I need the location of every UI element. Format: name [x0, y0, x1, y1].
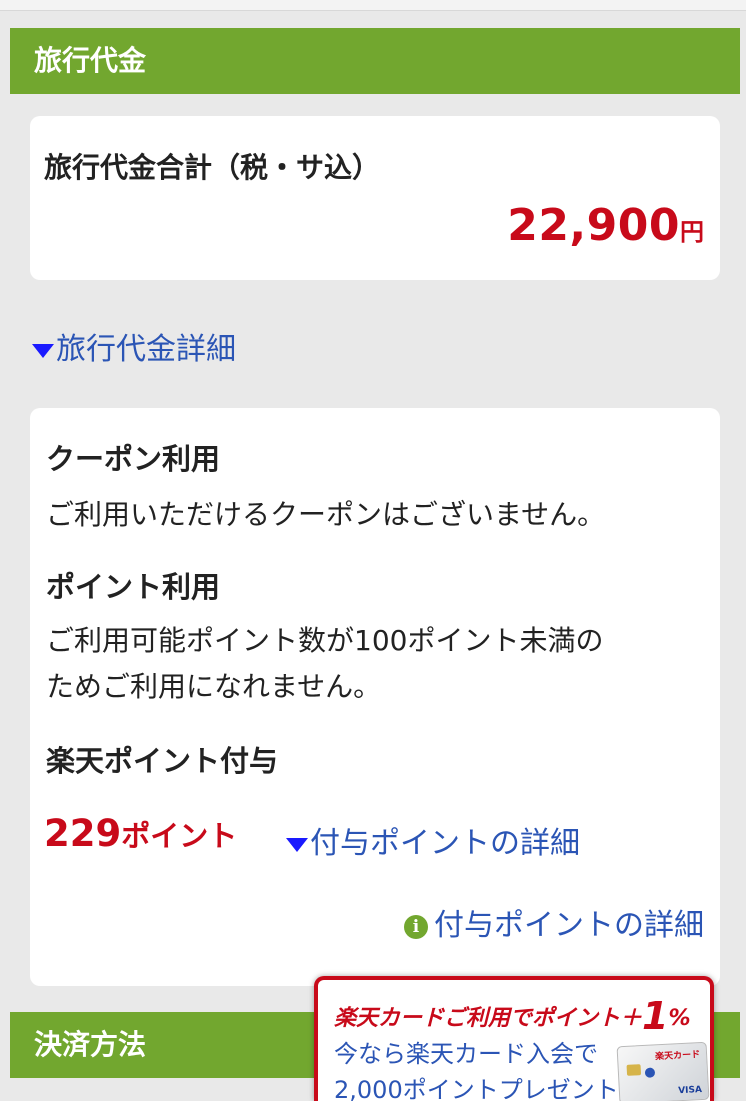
total-price-value: 22,900 [507, 200, 680, 251]
total-price-currency: 円 [680, 218, 704, 246]
point-use-title: ポイント利用 [46, 570, 221, 604]
total-price-label: 旅行代金合計（税・サ込） [44, 151, 381, 184]
granted-points-value: 229 [44, 812, 122, 855]
down-triangle-icon [32, 343, 54, 358]
card-logo: 楽天カード [654, 1050, 701, 1063]
total-price-card: 旅行代金合計（税・サ込） 22,900円 [30, 116, 720, 280]
info-circle-icon: i [404, 915, 428, 939]
promo-line1: 今なら楽天カード入会で [334, 1040, 598, 1068]
promo-title-text: 楽天カードご利用でポイント＋ [334, 1006, 643, 1031]
total-price-amount: 22,900円 [507, 200, 704, 251]
fee-detail-toggle[interactable]: 旅行代金詳細 [32, 324, 236, 368]
down-triangle-icon [286, 837, 308, 852]
point-grant-title: 楽天ポイント付与 [46, 744, 279, 778]
granted-points: 229ポイント [44, 812, 237, 855]
coupon-message: ご利用いただけるクーポンはございません。 [46, 498, 606, 531]
promo-line2: 2,000ポイントプレゼント [334, 1076, 619, 1101]
coupon-points-card: クーポン利用 ご利用いただけるクーポンはございません。 ポイント利用 ご利用可能… [30, 408, 720, 986]
point-use-message-line1: ご利用可能ポイント数が100ポイント未満の [46, 624, 604, 657]
point-detail-info-label: 付与ポイントの詳細 [434, 908, 704, 943]
top-divider [0, 0, 746, 11]
rakuten-card-promo-banner[interactable]: 楽天カードご利用でポイント＋1% 今なら楽天カード入会で 2,000ポイントプレ… [314, 976, 714, 1101]
point-detail-toggle[interactable]: 付与ポイントの詳細 [286, 818, 580, 862]
promo-title-number: 1 [642, 994, 669, 1038]
point-detail-toggle-label: 付与ポイントの詳細 [310, 826, 580, 861]
card-emblem [644, 1067, 656, 1078]
granted-points-unit: ポイント [121, 819, 238, 853]
point-use-message-line2: ためご利用になれません。 [46, 670, 382, 703]
promo-title-percent: % [668, 1006, 691, 1031]
credit-card-image: 楽天カード VISA [616, 1041, 710, 1101]
card-brand: VISA [677, 1084, 703, 1097]
point-detail-info-link[interactable]: i 付与ポイントの詳細 [404, 900, 704, 944]
card-chip [626, 1064, 642, 1076]
promo-title: 楽天カードご利用でポイント＋1% [334, 994, 691, 1038]
fee-detail-label: 旅行代金詳細 [56, 332, 236, 367]
coupon-title: クーポン利用 [46, 442, 221, 476]
section-header-travel-fee: 旅行代金 [10, 28, 740, 94]
